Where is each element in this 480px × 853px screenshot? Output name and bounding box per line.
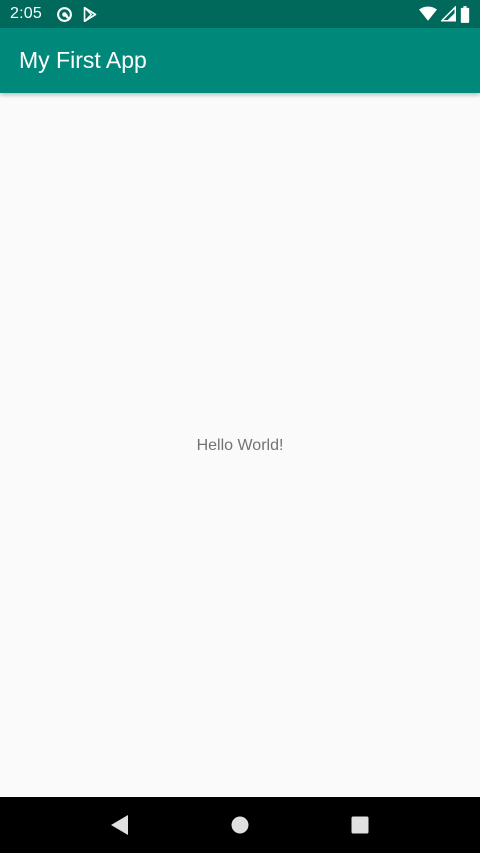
hello-world-text: Hello World! [196,437,284,454]
recents-icon [351,816,369,834]
status-system-icons [419,5,470,23]
battery-icon [460,5,470,23]
at-sign-notification-icon [56,6,73,23]
recents-button[interactable] [336,801,384,849]
home-icon [231,816,249,834]
status-bar: 2:05 [0,0,480,28]
navigation-bar [0,797,480,853]
back-icon [110,814,130,836]
cell-signal-icon [441,6,456,22]
home-button[interactable] [216,801,264,849]
wifi-icon [419,6,437,22]
phone-screen: 2:05 My First App Hello World! [0,0,480,853]
play-store-icon [83,6,97,22]
app-title: My First App [19,47,147,73]
back-button[interactable] [96,801,144,849]
main-content: Hello World! [0,93,480,797]
status-notification-icons [56,6,97,23]
status-time: 2:05 [10,5,42,22]
app-bar: My First App [0,28,480,93]
